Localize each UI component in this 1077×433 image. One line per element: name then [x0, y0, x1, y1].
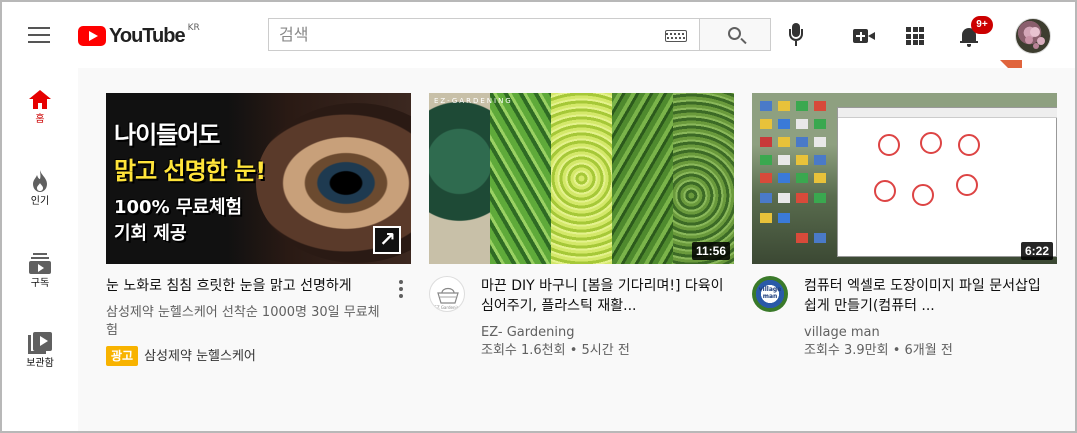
video-meta: 눈 노화로 침침 흐릿한 눈을 맑고 선명하게 삼성제약 눈헬스케어 선착순 1… [106, 276, 411, 396]
advertiser-name: 삼성제약 눈헬스케어 [144, 349, 256, 364]
sidebar-item-label: 구독 [30, 278, 50, 289]
video-thumbnail[interactable]: 나이들어도 맑고 선명한 눈! 100% 무료체험 기회 제공 [106, 93, 411, 264]
video-title[interactable]: 눈 노화로 침침 흐릿한 눈을 맑고 선명하게 [106, 276, 381, 296]
subscriptions-icon [29, 253, 51, 275]
sidebar-item-subscriptions[interactable]: 구독 [2, 232, 78, 302]
fire-icon [33, 170, 47, 192]
video-card[interactable]: EZ-GARDENING 11:56 EZ Gardening 마끈 DIY 바… [429, 93, 734, 396]
logo-region: KR [187, 23, 200, 33]
thumbnail-text: 맑고 선명한 눈! [114, 157, 266, 185]
keyboard-icon[interactable] [665, 30, 687, 42]
sidebar-item-label: 인기 [30, 196, 50, 207]
channel-name[interactable]: EZ- Gardening [481, 324, 731, 342]
thumbnail-text: 기회 제공 [114, 223, 187, 244]
youtube-logo[interactable]: YouTube KR [78, 23, 200, 48]
channel-avatar-text: EZ Gardening [434, 305, 462, 310]
sidebar-item-trending[interactable]: 인기 [2, 150, 78, 220]
more-options-icon[interactable] [399, 280, 403, 298]
spreadsheet-window [837, 107, 1057, 257]
logo-text: YouTube [109, 24, 186, 47]
sidebar-item-label: 홈 [35, 114, 45, 125]
video-card[interactable]: 6:22 village man 컴퓨터 엑셀로 도장이미지 파일 문서삽입 쉽… [752, 93, 1057, 396]
sidebar-item-label: 보관함 [26, 358, 54, 369]
channel-avatar-text: village man [758, 286, 782, 300]
video-duration: 11:56 [691, 242, 730, 260]
create-video-icon[interactable] [853, 29, 875, 43]
search-button[interactable] [699, 18, 771, 51]
search-box [268, 18, 699, 51]
sidebar-item-home[interactable]: 홈 [2, 68, 78, 138]
browser-frame: YouTube KR 9+ 홈 [0, 0, 1077, 433]
masthead: YouTube KR 9+ [2, 2, 1075, 68]
youtube-play-icon [78, 26, 106, 46]
video-title[interactable]: 컴퓨터 엑셀로 도장이미지 파일 문서삽입 쉽게 만들기(컴퓨터 ... [804, 276, 1052, 316]
sidebar-item-library[interactable]: 보관함 [2, 312, 78, 382]
thumbnail-text: 나이들어도 [114, 121, 220, 149]
video-card-ad[interactable]: 나이들어도 맑고 선명한 눈! 100% 무료체험 기회 제공 눈 노화로 침침… [106, 93, 411, 396]
video-stats: 조회수 3.9만회 • 6개월 전 [804, 343, 953, 358]
channel-name[interactable]: village man [804, 324, 1052, 342]
advertiser-description: 삼성제약 눈헬스케어 선착순 1000명 30일 무료체험 [106, 305, 380, 338]
apps-grid-icon[interactable] [906, 27, 924, 45]
channel-avatar[interactable]: village man [752, 276, 788, 312]
search-input[interactable] [269, 19, 649, 50]
microphone-icon[interactable] [788, 23, 804, 49]
video-meta: village man 컴퓨터 엑셀로 도장이미지 파일 문서삽입 쉽게 만들기… [752, 276, 1057, 396]
basket-logo-icon: EZ Gardening [434, 287, 462, 310]
thumbnail-brand: EZ-GARDENING [434, 97, 513, 105]
video-stats: 조회수 1.6천회 • 5시간 전 [481, 343, 630, 358]
video-meta: EZ Gardening 마끈 DIY 바구니 [봄을 기다리며!] 다육이 심… [429, 276, 734, 396]
hamburger-menu-icon[interactable] [28, 27, 50, 45]
thumbnail-text: 100% 무료체험 [114, 197, 243, 218]
video-duration: 6:22 [1020, 242, 1053, 260]
library-icon [28, 332, 52, 356]
external-link-icon[interactable] [373, 226, 401, 254]
video-grid: 나이들어도 맑고 선명한 눈! 100% 무료체험 기회 제공 눈 노화로 침침… [78, 68, 1075, 431]
ad-badge: 광고 [106, 346, 139, 366]
account-avatar[interactable] [1015, 18, 1051, 54]
video-thumbnail[interactable]: 6:22 [752, 93, 1057, 264]
channel-avatar[interactable]: EZ Gardening [429, 276, 465, 312]
video-thumbnail[interactable]: EZ-GARDENING 11:56 [429, 93, 734, 264]
sidebar: 홈 인기 구독 보관함 [2, 68, 78, 431]
notification-badge: 9+ [971, 16, 993, 34]
home-icon [29, 90, 51, 110]
search-icon [728, 27, 741, 40]
video-title[interactable]: 마끈 DIY 바구니 [봄을 기다리며!] 다육이 심어주기, 플라스틱 재활.… [481, 276, 731, 316]
